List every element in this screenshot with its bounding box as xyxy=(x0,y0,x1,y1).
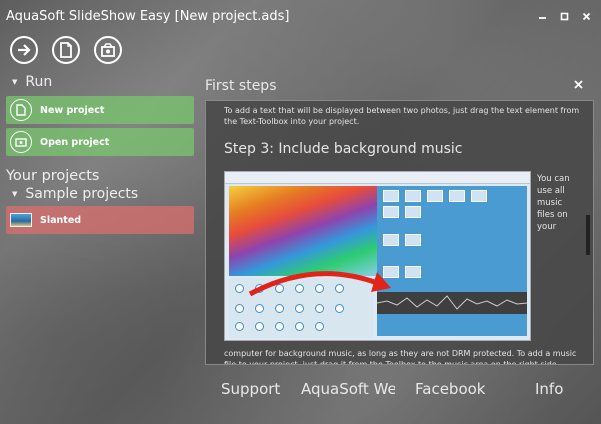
project-thumbnail xyxy=(10,213,32,227)
toolbox-icon xyxy=(255,304,264,313)
timeline-tile xyxy=(405,190,421,202)
timeline-tile xyxy=(383,234,399,246)
timeline-tile xyxy=(383,206,399,218)
toolbox-icon xyxy=(295,322,304,331)
toolbox-icon xyxy=(295,304,304,313)
your-projects-heading: Your projects xyxy=(6,168,100,184)
open-image-button[interactable] xyxy=(94,36,122,64)
new-project-button[interactable]: New project xyxy=(6,96,194,124)
step-title: Step 3: Include background music xyxy=(224,141,463,157)
document-icon xyxy=(60,42,72,58)
sample-project-label: Slanted xyxy=(40,214,82,226)
timeline-tile xyxy=(383,190,399,202)
open-project-button[interactable]: Open project xyxy=(6,128,194,156)
new-document-icon xyxy=(10,99,32,121)
timeline-tile xyxy=(427,190,443,202)
toolbox-icon xyxy=(315,322,324,331)
timeline-tile xyxy=(405,234,421,246)
new-project-label: New project xyxy=(40,104,105,116)
start-button[interactable] xyxy=(10,36,38,64)
open-folder-icon xyxy=(10,131,32,153)
screenshot-toolbar xyxy=(225,172,530,184)
timeline-tile xyxy=(405,206,421,218)
screenshot-photo xyxy=(229,186,377,276)
sidebar: ▼ Run New project Open project Your proj… xyxy=(0,74,198,234)
footer-links: Support AquaSoft Website Facebook Info xyxy=(205,380,595,404)
toolbox-icon xyxy=(235,322,244,331)
toolbox-icon xyxy=(335,304,344,313)
run-section-header[interactable]: ▼ Run xyxy=(0,74,198,90)
music-waveform xyxy=(376,292,528,314)
timeline-tile xyxy=(405,266,421,278)
window-controls xyxy=(531,6,597,26)
drag-arrow-icon xyxy=(248,271,391,297)
image-icon xyxy=(101,43,115,57)
first-steps-title: First steps xyxy=(205,78,277,94)
instruction-text-bottom: computer for background music, as long a… xyxy=(224,349,577,365)
title-bar: AquaSoft SlideShow Easy [New project.ads… xyxy=(0,0,601,32)
toolbox-icon xyxy=(255,322,264,331)
sample-project-item[interactable]: Slanted xyxy=(6,206,194,234)
info-link[interactable]: Info xyxy=(535,380,563,398)
aquasoft-website-link[interactable]: AquaSoft Website xyxy=(301,380,395,398)
run-label: Run xyxy=(25,74,53,90)
window-title: AquaSoft SlideShow Easy [New project.ads… xyxy=(6,8,290,24)
toolbox-icon xyxy=(315,304,324,313)
maximize-button[interactable] xyxy=(553,6,575,26)
new-document-button[interactable] xyxy=(52,36,80,64)
timeline-tile xyxy=(471,190,487,202)
arrow-right-icon xyxy=(18,44,31,56)
facebook-link[interactable]: Facebook xyxy=(415,380,485,398)
close-icon xyxy=(582,12,590,20)
close-panel-button[interactable] xyxy=(574,78,583,92)
toolbox-icon xyxy=(275,322,284,331)
timeline-tile xyxy=(449,190,465,202)
toolbox-icon xyxy=(235,284,244,293)
instruction-text-side: You can use all music files on your xyxy=(537,174,570,232)
first-steps-panel[interactable]: To add a text that will be displayed bet… xyxy=(205,100,594,365)
caret-down-icon: ▼ xyxy=(12,190,18,198)
sample-projects-label: Sample projects xyxy=(25,186,139,202)
maximize-icon xyxy=(560,12,568,20)
toolbox-icon xyxy=(275,304,284,313)
caret-down-icon: ▼ xyxy=(12,78,18,86)
close-window-button[interactable] xyxy=(575,6,597,26)
open-project-label: Open project xyxy=(40,136,110,148)
support-link[interactable]: Support xyxy=(221,380,280,398)
toolbox-icon xyxy=(235,304,244,313)
tutorial-screenshot xyxy=(224,171,531,341)
main-toolbar xyxy=(10,36,122,64)
close-icon xyxy=(574,80,583,89)
minimize-icon xyxy=(538,16,546,19)
panel-scrollbar[interactable] xyxy=(586,215,590,255)
instruction-text-top: To add a text that will be displayed bet… xyxy=(224,106,580,126)
sample-projects-header[interactable]: ▼ Sample projects xyxy=(0,186,198,202)
minimize-button[interactable] xyxy=(531,6,553,26)
